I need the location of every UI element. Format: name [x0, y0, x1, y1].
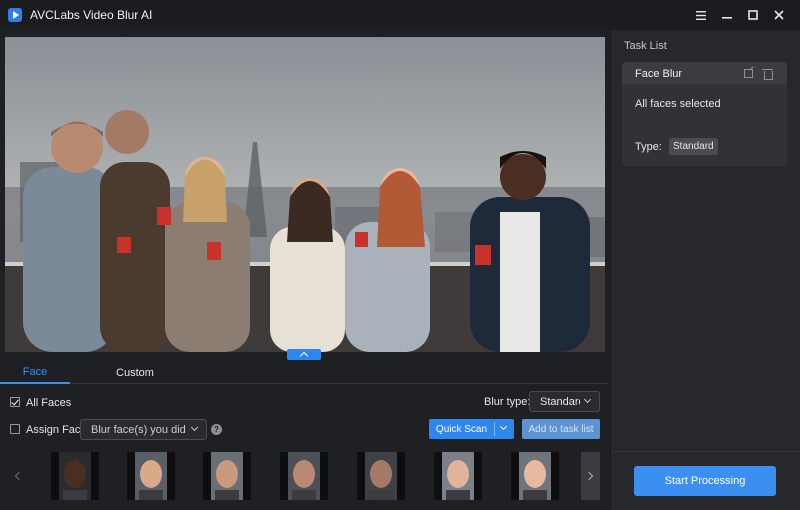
task-type-badge: Standard — [669, 138, 718, 155]
blur-type-label: Blur type: — [484, 396, 531, 408]
video-preview[interactable] — [5, 37, 605, 352]
chevron-down-icon — [583, 395, 592, 404]
quick-scan-dropdown[interactable] — [495, 419, 514, 439]
edit-icon[interactable] — [744, 69, 753, 78]
window-controls — [690, 0, 790, 30]
task-description: All faces selected — [635, 98, 721, 110]
maximize-icon[interactable] — [742, 4, 764, 26]
video-frame-illustration — [5, 37, 605, 352]
quick-scan-button[interactable]: Quick Scan — [429, 419, 514, 439]
chevron-down-icon — [190, 423, 199, 432]
thumbnails-next-button[interactable] — [581, 452, 600, 500]
assign-face-select-value: Blur face(s) you did se — [91, 423, 187, 436]
chevron-down-icon — [499, 422, 508, 431]
blur-type-dropdown-area[interactable] — [580, 391, 600, 412]
tab-custom[interactable]: Custom — [100, 362, 170, 384]
help-icon[interactable]: ? — [211, 424, 222, 435]
trash-icon[interactable] — [762, 69, 773, 80]
face-thumb-4[interactable] — [280, 452, 328, 500]
collapse-panel-button[interactable] — [287, 349, 321, 360]
face-thumb-1[interactable] — [51, 452, 99, 500]
mode-tabs: Face Custom — [0, 362, 608, 384]
all-faces-label: All Faces — [26, 397, 72, 409]
task-list-title: Task List — [624, 40, 667, 52]
app-logo-icon — [8, 8, 22, 22]
chevron-right-icon — [584, 471, 594, 481]
assign-face-label: Assign Face — [26, 424, 87, 436]
tab-face[interactable]: Face — [0, 362, 70, 384]
app-title: AVCLabs Video Blur AI — [30, 8, 153, 22]
menu-icon[interactable] — [690, 4, 712, 26]
assign-face-select[interactable]: Blur face(s) you did se — [80, 419, 207, 440]
title-bar: AVCLabs Video Blur AI — [0, 0, 800, 30]
divider — [611, 451, 800, 452]
blur-type-value: Standard — [540, 395, 585, 408]
face-thumb-6[interactable] — [434, 452, 482, 500]
start-processing-button[interactable]: Start Processing — [634, 466, 776, 496]
assign-face-checkbox[interactable] — [10, 424, 20, 434]
close-icon[interactable] — [768, 4, 790, 26]
chevron-left-icon — [14, 471, 23, 481]
task-type-label: Type: — [635, 141, 662, 153]
minimize-icon[interactable] — [716, 4, 738, 26]
quick-scan-label: Quick Scan — [435, 423, 488, 435]
task-name: Face Blur — [635, 68, 683, 80]
add-to-task-list-button[interactable]: Add to task list — [522, 419, 600, 439]
thumbnails-prev-button[interactable] — [8, 452, 26, 500]
face-thumb-2[interactable] — [127, 452, 175, 500]
face-thumb-5[interactable] — [357, 452, 405, 500]
face-thumb-7[interactable] — [511, 452, 559, 500]
all-faces-checkbox[interactable] — [10, 397, 20, 407]
face-thumb-3[interactable] — [203, 452, 251, 500]
